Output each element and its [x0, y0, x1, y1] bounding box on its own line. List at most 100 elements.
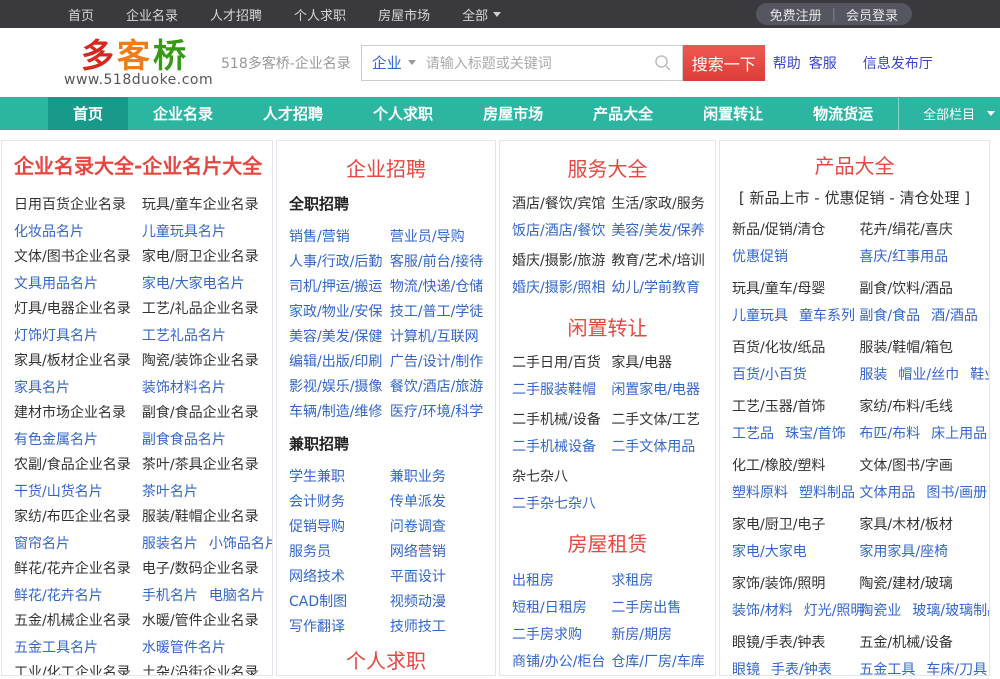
category-link[interactable]: 仓库/厂房/车库 [611, 654, 704, 670]
category-link[interactable]: 求租房 [611, 573, 653, 589]
category-link[interactable]: 塑料原料 [732, 485, 788, 501]
category-link[interactable]: 传单派发 [390, 494, 446, 510]
category-link[interactable]: 家电/大家电 [732, 544, 807, 560]
category-name[interactable]: 婚庆/摄影/旅游 [512, 249, 611, 274]
category-link[interactable]: 写作翻译 [289, 619, 345, 635]
category-link[interactable]: 装饰/材料 [732, 603, 793, 619]
topbar-link[interactable]: 企业名录 [126, 5, 178, 24]
category-name[interactable]: 五金/机械/设备 [859, 631, 977, 656]
category-name[interactable]: 二手日用/百货 [512, 351, 611, 376]
category-name[interactable]: 日用百货企业名录 [14, 193, 142, 218]
category-link[interactable]: 服装名片 [142, 536, 198, 552]
category-link[interactable]: 眼镜 [732, 662, 760, 675]
category-name[interactable]: 生活/家政/服务 [611, 192, 704, 217]
category-link[interactable]: 工艺礼品名片 [142, 328, 226, 344]
category-link[interactable]: 车辆/制造/维修 [289, 404, 382, 420]
category-link[interactable]: 文具用品名片 [14, 276, 98, 292]
category-name[interactable]: 副食/饮料/酒品 [859, 277, 977, 302]
category-name[interactable]: 陶瓷/建材/玻璃 [859, 572, 977, 597]
category-link[interactable]: 美容/美发/保养 [611, 223, 704, 239]
category-link[interactable]: 优惠促销 [732, 249, 788, 265]
topbar-link[interactable]: 人才招聘 [210, 5, 262, 24]
category-name[interactable]: 新品/促销/清仓 [732, 218, 859, 243]
category-name[interactable]: 鲜花/花卉企业名录 [14, 557, 142, 582]
category-name[interactable]: 工业/化工企业名录 [14, 661, 142, 675]
search-category-dropdown[interactable]: 企业 [372, 52, 424, 73]
category-link[interactable]: 问卷调查 [390, 519, 446, 535]
category-name[interactable]: 教育/艺术/培训 [611, 249, 704, 274]
category-link[interactable]: 手机名片 [142, 588, 198, 604]
category-link[interactable]: 手表/钟表 [771, 662, 832, 675]
customer-service-link[interactable]: 客服 [809, 53, 837, 73]
category-link[interactable]: 新房/期房 [611, 627, 672, 643]
category-link[interactable]: 副食食品名片 [142, 432, 226, 448]
nav-item[interactable]: 物流货运 [788, 97, 898, 130]
category-link[interactable]: 编辑/出版/印刷 [289, 354, 382, 370]
category-link[interactable]: 商铺/办公/柜台 [512, 654, 605, 670]
category-link[interactable]: 饭店/酒店/餐饮 [512, 223, 605, 239]
category-link[interactable]: 儿童玩具名片 [142, 224, 226, 240]
category-link[interactable]: 装饰材料名片 [142, 380, 226, 396]
category-link[interactable]: 平面设计 [390, 569, 446, 585]
category-link[interactable]: 酒/酒品 [931, 308, 978, 324]
category-link[interactable]: 二手服装鞋帽 [512, 382, 596, 398]
category-name[interactable]: 服装/鞋帽/箱包 [859, 336, 977, 361]
category-link[interactable]: 客服/前台/接待 [390, 254, 483, 270]
category-name[interactable]: 服装/鞋帽企业名录 [142, 505, 260, 530]
category-link[interactable]: 视频动漫 [390, 594, 446, 610]
nav-item[interactable]: 人才招聘 [238, 97, 348, 130]
category-link[interactable]: 服装 [859, 367, 887, 383]
category-link[interactable]: 兼职业务 [390, 469, 446, 485]
category-link[interactable]: 家电/大家电名片 [142, 276, 245, 292]
category-link[interactable]: 塑料制品 [799, 485, 855, 501]
category-link[interactable]: 家用家具/座椅 [859, 544, 948, 560]
category-link[interactable]: 人事/行政/后勤 [289, 254, 382, 270]
category-name[interactable]: 家具/板材企业名录 [14, 349, 142, 374]
category-name[interactable]: 家具/电器 [611, 351, 703, 376]
category-link[interactable]: 五金工具名片 [14, 640, 98, 656]
category-link[interactable]: 文体用品 [859, 485, 915, 501]
category-link[interactable]: 物流/快递/仓储 [390, 279, 483, 295]
category-name[interactable]: 二手机械/设备 [512, 408, 611, 433]
category-name[interactable]: 土杂/沿街企业名录 [142, 661, 260, 675]
category-link[interactable]: 出租房 [512, 573, 554, 589]
category-name[interactable]: 百货/化妆/纸品 [732, 336, 859, 361]
category-name[interactable]: 酒店/餐饮/宾馆 [512, 192, 611, 217]
category-link[interactable]: 计算机/互联网 [390, 329, 479, 345]
category-link[interactable]: 二手机械设备 [512, 439, 596, 455]
category-name[interactable]: 玩具/童车/母婴 [732, 277, 859, 302]
nav-item[interactable]: 闲置转让 [678, 97, 788, 130]
category-link[interactable]: 家政/物业/安保 [289, 304, 382, 320]
category-name[interactable]: 家饰/装饰/照明 [732, 572, 859, 597]
category-link[interactable]: 营业员/导购 [390, 229, 465, 245]
nav-item[interactable]: 房屋市场 [458, 97, 568, 130]
category-link[interactable]: 五金工具 [859, 662, 915, 675]
site-logo[interactable]: 多客桥 www.518duoke.com [64, 38, 213, 88]
category-name[interactable]: 家电/厨卫企业名录 [142, 245, 260, 270]
category-name[interactable]: 五金/机械企业名录 [14, 609, 142, 634]
category-link[interactable]: 影视/娱乐/摄像 [289, 379, 382, 395]
category-link[interactable]: 二手杂七杂八 [512, 496, 596, 512]
category-link[interactable]: CAD制图 [289, 594, 347, 610]
category-name[interactable]: 家纺/布料/毛线 [859, 395, 977, 420]
category-link[interactable]: 销售/营销 [289, 229, 350, 245]
login-link[interactable]: 会员登录 [846, 5, 898, 24]
category-name[interactable]: 陶瓷/装饰企业名录 [142, 349, 260, 374]
help-link[interactable]: 帮助 [773, 53, 801, 73]
category-name[interactable]: 副食/食品企业名录 [142, 401, 260, 426]
category-link[interactable]: 家具名片 [14, 380, 70, 396]
category-link[interactable]: 餐饮/酒店/旅游 [390, 379, 483, 395]
category-name[interactable]: 工艺/礼品企业名录 [142, 297, 260, 322]
category-link[interactable]: 玻璃/玻璃制品 [912, 603, 989, 619]
category-name[interactable]: 工艺/玉器/首饰 [732, 395, 859, 420]
category-name[interactable]: 家纺/布匹企业名录 [14, 505, 142, 530]
category-link[interactable]: 化妆品名片 [14, 224, 84, 240]
category-link[interactable]: 网络营销 [390, 544, 446, 560]
category-link[interactable]: 二手房出售 [611, 600, 681, 616]
all-categories-menu[interactable]: 全部栏目 [898, 97, 1000, 130]
category-name[interactable]: 文体/图书/字画 [859, 454, 977, 479]
category-link[interactable]: 广告/设计/制作 [390, 354, 483, 370]
category-link[interactable]: 短租/日租房 [512, 600, 587, 616]
category-link[interactable]: 喜庆/红事用品 [859, 249, 948, 265]
register-link[interactable]: 免费注册 [770, 5, 822, 24]
